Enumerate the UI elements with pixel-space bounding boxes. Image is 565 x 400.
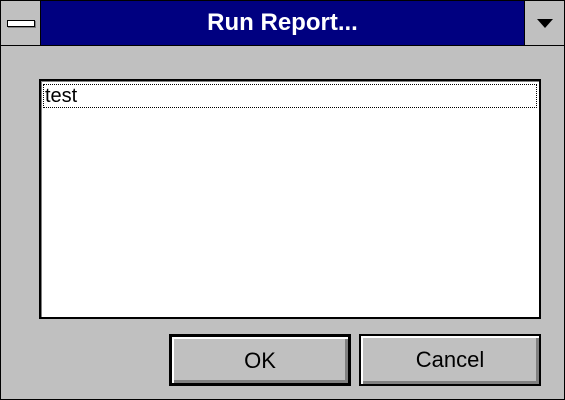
minimize-arrow-icon xyxy=(537,19,553,28)
report-list[interactable]: test xyxy=(39,79,541,319)
cancel-button[interactable]: Cancel xyxy=(359,334,541,386)
list-item[interactable]: test xyxy=(43,84,537,108)
system-menu-button[interactable] xyxy=(1,1,41,45)
system-menu-icon xyxy=(7,20,35,27)
window-title: Run Report... xyxy=(207,9,358,36)
ok-button[interactable]: OK xyxy=(169,334,351,386)
minimize-button[interactable] xyxy=(524,1,564,45)
title-bar[interactable]: Run Report... xyxy=(1,1,564,46)
run-report-dialog: Run Report... test OK Cancel xyxy=(0,0,565,400)
